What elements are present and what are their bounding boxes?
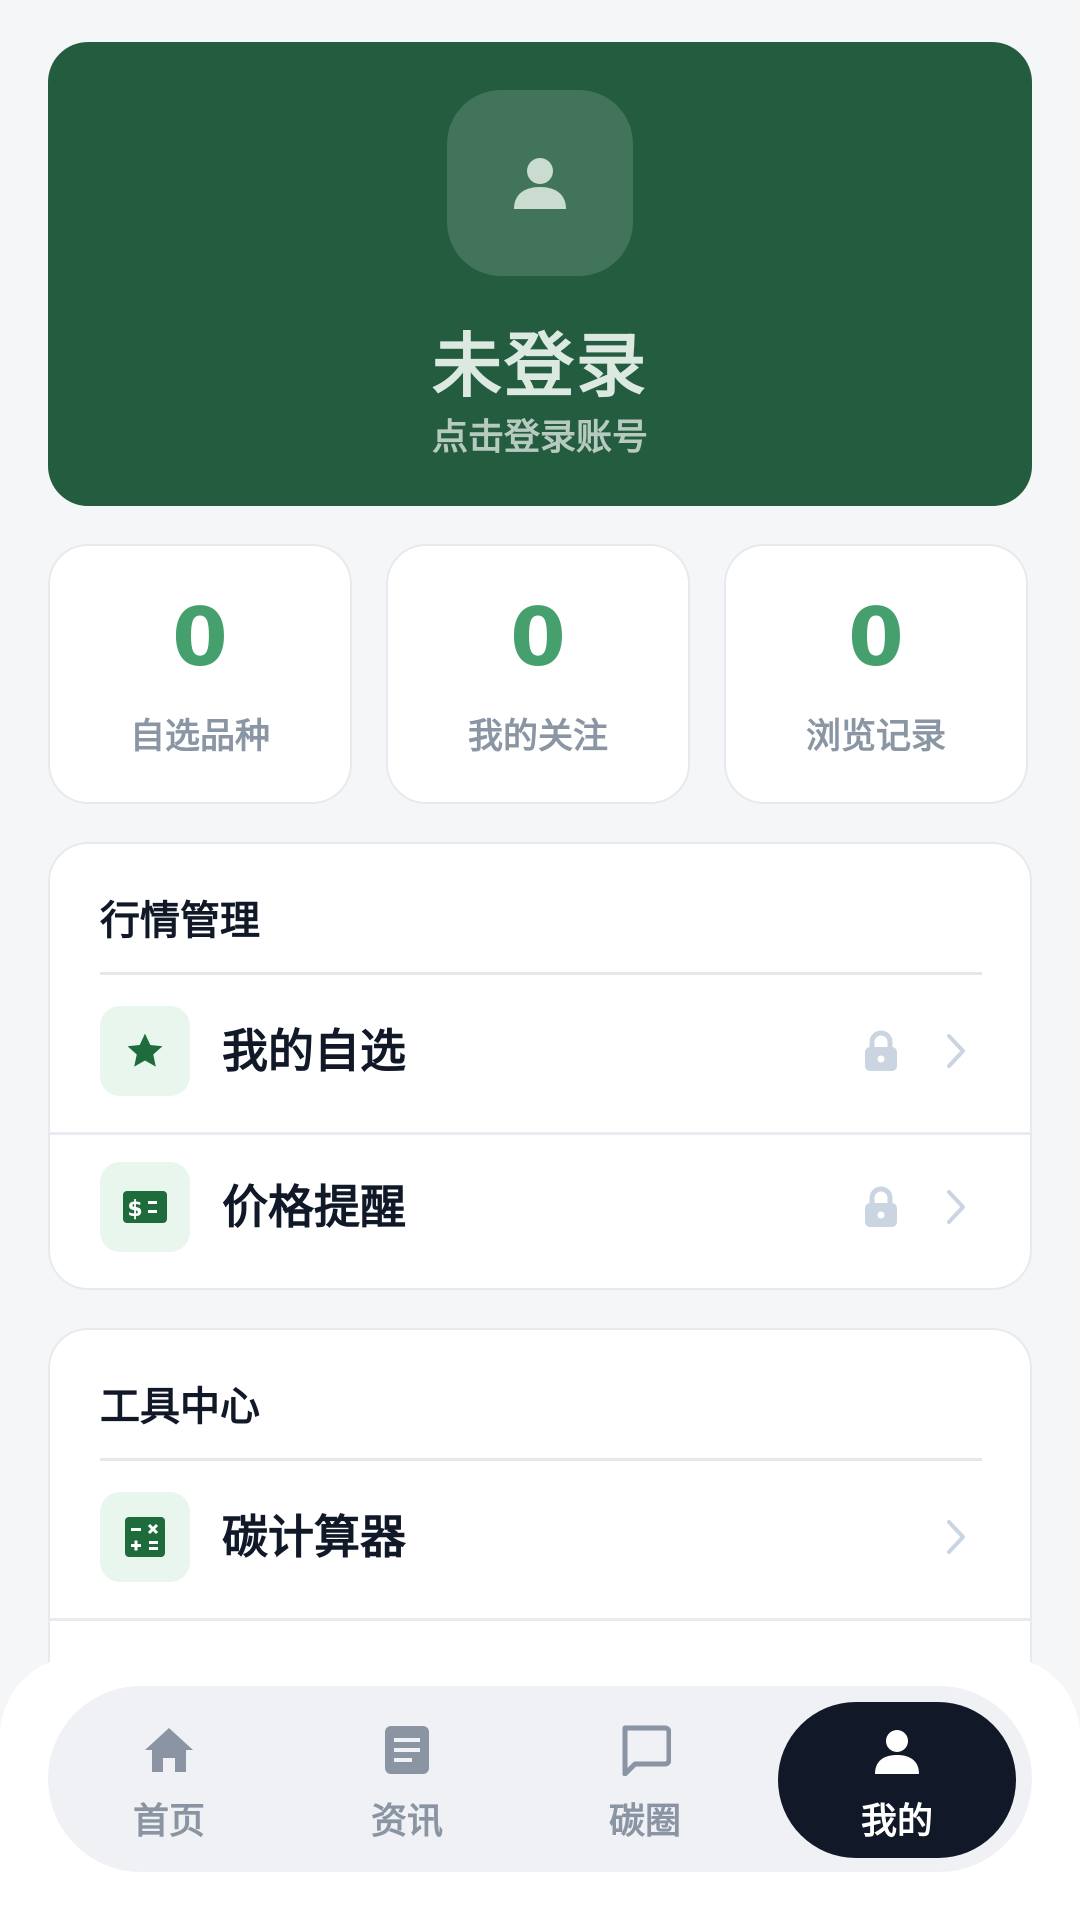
stat-card-following[interactable]: 0 我的关注 bbox=[386, 544, 690, 804]
menu-label: 我的自选 bbox=[222, 1024, 406, 1078]
home-icon bbox=[145, 1728, 193, 1772]
chevron-right-icon bbox=[947, 1190, 965, 1224]
dollar-bill-icon: $ bbox=[100, 1162, 190, 1252]
user-icon bbox=[875, 1730, 919, 1774]
profile-name: 未登录 bbox=[432, 325, 648, 407]
svg-text:$: $ bbox=[127, 1197, 142, 1222]
calculator-icon bbox=[100, 1492, 190, 1582]
section-title: 工具中心 bbox=[100, 1384, 260, 1430]
user-icon bbox=[514, 158, 566, 209]
chevron-right-icon bbox=[947, 1520, 965, 1554]
menu-label: 碳计算器 bbox=[222, 1510, 406, 1564]
star-icon bbox=[100, 1006, 190, 1096]
stat-card-history[interactable]: 0 浏览记录 bbox=[724, 544, 1028, 804]
nav-label: 碳圈 bbox=[608, 1801, 681, 1842]
section-title: 行情管理 bbox=[100, 898, 260, 944]
stat-value: 0 bbox=[172, 591, 228, 684]
lock-icon bbox=[865, 1030, 897, 1071]
market-management-section: 行情管理 我的自选 $ 价格提醒 bbox=[48, 842, 1032, 1290]
login-prompt[interactable]: 点击登录账号 bbox=[48, 408, 1032, 460]
nav-item-mine[interactable]: 我的 bbox=[778, 1702, 1016, 1858]
chat-icon bbox=[622, 1725, 671, 1776]
bottom-navigation: 首页 资讯 碳圈 我的 bbox=[48, 1686, 1032, 1872]
nav-label: 首页 bbox=[132, 1801, 205, 1842]
avatar[interactable] bbox=[447, 90, 633, 276]
nav-item-carbon-circle[interactable]: 碳圈 bbox=[526, 1686, 764, 1872]
menu-item-price-alert[interactable]: $ 价格提醒 bbox=[50, 1132, 1030, 1288]
stat-card-watchlist[interactable]: 0 自选品种 bbox=[48, 544, 352, 804]
stat-value: 0 bbox=[848, 591, 904, 684]
menu-item-my-watchlist[interactable]: 我的自选 bbox=[50, 974, 1030, 1135]
stat-label: 浏览记录 bbox=[805, 717, 946, 757]
menu-item-carbon-calculator[interactable]: 碳计算器 bbox=[50, 1460, 1030, 1621]
stat-label: 自选品种 bbox=[129, 717, 270, 757]
profile-card[interactable]: 未登录 点击登录账号 bbox=[48, 42, 1032, 506]
lock-icon bbox=[865, 1186, 897, 1227]
chevron-right-icon bbox=[947, 1034, 965, 1068]
menu-label: 价格提醒 bbox=[222, 1180, 406, 1234]
nav-item-home[interactable]: 首页 bbox=[50, 1686, 288, 1872]
nav-label: 资讯 bbox=[370, 1801, 443, 1842]
article-icon bbox=[385, 1726, 429, 1774]
stat-label: 我的关注 bbox=[467, 717, 608, 757]
nav-label: 我的 bbox=[860, 1801, 933, 1842]
nav-item-news[interactable]: 资讯 bbox=[288, 1686, 526, 1872]
stat-value: 0 bbox=[510, 591, 566, 684]
